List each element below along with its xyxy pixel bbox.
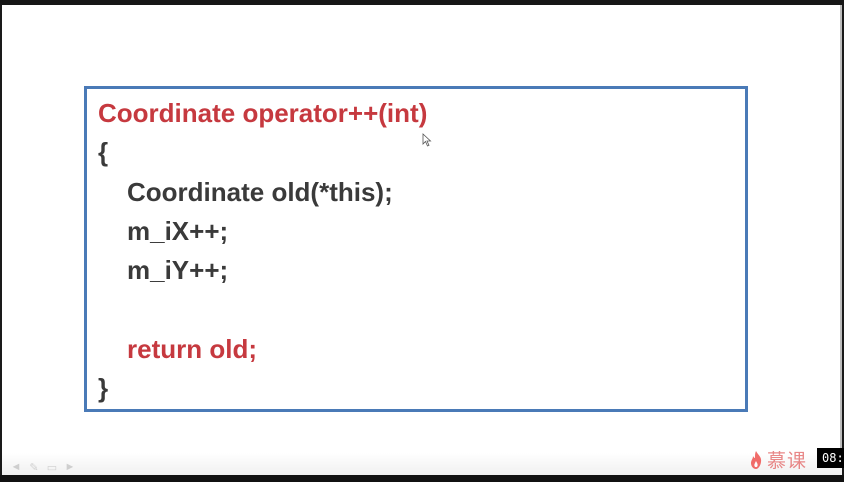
slide-controls: ◄ ✎ ▭ ►: [10, 461, 76, 474]
screen-icon[interactable]: ▭: [46, 462, 58, 474]
mouse-pointer-icon: [422, 133, 432, 147]
flame-icon: [751, 450, 762, 469]
code-block: Coordinate operator++(int) { Coordinate …: [84, 86, 748, 412]
code-line-signature: Coordinate operator++(int): [98, 98, 428, 128]
presentation-slide: Coordinate operator++(int) { Coordinate …: [2, 5, 842, 475]
code-line-close-brace: }: [98, 373, 109, 403]
code-line-increment-y: m_iY++;: [127, 255, 229, 285]
code-line-copy: Coordinate old(*this);: [127, 177, 393, 207]
next-icon[interactable]: ►: [64, 461, 76, 473]
brand-logo: 慕课: [748, 446, 807, 473]
logo-text: 慕课: [767, 450, 808, 472]
slide-edge: [840, 5, 842, 475]
pen-icon[interactable]: ✎: [28, 462, 40, 474]
window-bottom-bar: [0, 475, 844, 482]
code-line-open-brace: {: [98, 137, 109, 167]
slide-footer: [2, 453, 842, 475]
code-line-return: return old;: [127, 334, 257, 364]
code-line-increment-x: m_iX++;: [127, 216, 229, 246]
playback-time: 08:: [817, 448, 844, 468]
prev-icon[interactable]: ◄: [10, 461, 22, 473]
